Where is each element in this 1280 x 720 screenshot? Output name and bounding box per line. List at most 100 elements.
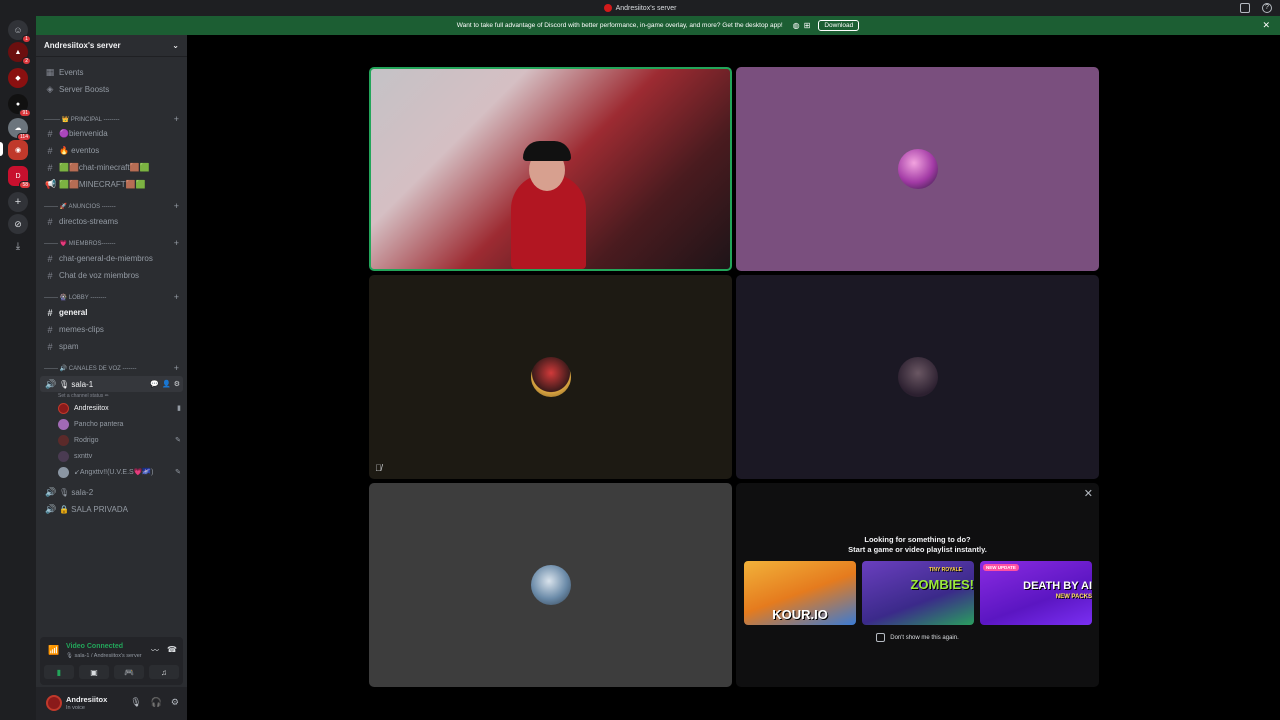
category-anuncios[interactable]: ------- 🚀 ANUNCIOS ------- + bbox=[44, 200, 179, 212]
channel-directos[interactable]: # directos-streams bbox=[40, 214, 183, 229]
disconnect-icon[interactable]: ☎ bbox=[167, 645, 177, 656]
channel-general[interactable]: # general bbox=[40, 305, 183, 320]
avatar bbox=[58, 466, 69, 478]
game-card-death-by-ai[interactable]: NEW UPDATE DEATH BY AI NEW PACKS bbox=[980, 561, 1092, 625]
add-channel-icon[interactable]: + bbox=[174, 114, 179, 124]
category-lobby[interactable]: ------- 🎡 LOBBY -------- + bbox=[44, 291, 179, 303]
close-icon[interactable]: ✕ bbox=[1084, 487, 1093, 500]
server-1-badge: 2 bbox=[22, 57, 31, 65]
category-lobby-label: ------- 🎡 LOBBY -------- bbox=[44, 294, 107, 301]
checkbox[interactable] bbox=[876, 633, 886, 642]
headphones-icon[interactable]: 🎧 bbox=[151, 697, 162, 708]
invite-icon[interactable]: 👤 bbox=[162, 380, 171, 388]
events-item[interactable]: ▦ Events bbox=[40, 65, 183, 80]
server-boosts-item[interactable]: ◈ Server Boosts bbox=[40, 82, 183, 97]
channel-label: 🟣bienvenida bbox=[59, 129, 108, 138]
channel-label: 🎙 sala-2 bbox=[59, 488, 94, 497]
channel-label: 🔥 eventos bbox=[59, 146, 100, 155]
voice-channel-sala-1[interactable]: 🔊 🎙 sala-1 💬 👤 ⚙ bbox=[40, 376, 183, 392]
signal-icon[interactable]: 📶 bbox=[48, 645, 59, 656]
user-name[interactable]: Andresiitox bbox=[66, 695, 107, 704]
discover-icon[interactable]: ⊘ bbox=[8, 214, 28, 234]
video-tile-participant[interactable] bbox=[369, 483, 732, 687]
help-icon[interactable]: ? bbox=[1262, 3, 1272, 13]
voice-status[interactable]: Video Connected bbox=[66, 643, 123, 650]
add-channel-icon[interactable]: + bbox=[174, 238, 179, 248]
dont-show-again[interactable]: Don't show me this again. bbox=[736, 633, 1099, 642]
game-tag: TINY ROYALE bbox=[928, 567, 962, 573]
channel-minecraft[interactable]: 📢 🟩🟫MINECRAFT🟫🟩 bbox=[40, 177, 183, 192]
avatar bbox=[58, 434, 69, 446]
video-stage: 🎙̸ ✕ Looking for something to do? Start … bbox=[187, 35, 1280, 720]
add-channel-icon[interactable]: + bbox=[174, 363, 179, 373]
channel-chat-voz[interactable]: # Chat de voz miembros bbox=[40, 268, 183, 283]
voice-user[interactable]: ↙Angxttv!!(U.V.E.S💗🌌) ✎ bbox=[58, 465, 181, 479]
discord-home-icon[interactable]: ☺ 1 bbox=[8, 20, 31, 43]
video-tile-participant[interactable]: 🎙̸ bbox=[369, 275, 732, 479]
hashtag-icon: # bbox=[47, 216, 53, 227]
channel-spam[interactable]: # spam bbox=[40, 339, 183, 354]
inbox-icon[interactable] bbox=[1240, 3, 1250, 13]
video-tile-participant[interactable] bbox=[736, 67, 1099, 271]
add-server-icon[interactable]: + bbox=[8, 192, 28, 212]
avatar bbox=[58, 450, 69, 462]
add-channel-icon[interactable]: + bbox=[174, 292, 179, 302]
category-principal[interactable]: -------- 👑 PRINCIPAL -------- + bbox=[44, 113, 179, 125]
category-miembros[interactable]: ------- 💗 MIEMBROS------- + bbox=[44, 237, 179, 249]
gear-icon[interactable]: ⚙ bbox=[174, 380, 180, 388]
server-icon-1[interactable]: ▲ 2 bbox=[8, 42, 31, 65]
server-boosts-label: Server Boosts bbox=[59, 85, 110, 94]
close-icon[interactable]: ✕ bbox=[1262, 20, 1270, 31]
game-card-kour[interactable]: KOUR.IO bbox=[744, 561, 856, 625]
voice-user[interactable]: Pancho pantera bbox=[58, 417, 181, 431]
video-tile-camera[interactable] bbox=[369, 67, 732, 271]
server-icon-selected[interactable]: ◉ bbox=[8, 140, 28, 160]
voice-location[interactable]: 🎙 sala-1 / Andresiitox's server bbox=[66, 653, 142, 659]
camera-button[interactable]: ▮ bbox=[44, 665, 74, 679]
category-anuncios-label: ------- 🚀 ANUNCIOS ------- bbox=[44, 203, 116, 210]
channel-label: Chat de voz miembros bbox=[59, 271, 140, 280]
server-header[interactable]: Andresiitox's server ⌄ bbox=[36, 35, 187, 57]
category-principal-label: -------- 👑 PRINCIPAL -------- bbox=[44, 116, 120, 123]
channel-chat-minecraft[interactable]: # 🟩🟫chat-minecraft🟫🟩 bbox=[40, 160, 183, 175]
channel-chat-general[interactable]: # chat-general-de-miembros bbox=[40, 251, 183, 266]
channel-label: 🟩🟫chat-minecraft🟫🟩 bbox=[59, 163, 150, 172]
camera-feed-cap bbox=[523, 141, 571, 161]
voice-user[interactable]: sxnttv bbox=[58, 449, 181, 463]
hashtag-icon: # bbox=[47, 270, 53, 281]
soundboard-button[interactable]: ♫ bbox=[149, 665, 179, 679]
server-icon-5[interactable]: D 58 bbox=[8, 166, 31, 189]
avatar bbox=[897, 149, 938, 189]
screen-share-button[interactable]: ▣ bbox=[79, 665, 109, 679]
download-icon[interactable]: ⤓ bbox=[8, 236, 28, 256]
category-voz[interactable]: ------- 🔊 CANALES DE VOZ ------- + bbox=[44, 362, 179, 374]
speaker-icon: 🔊 bbox=[45, 487, 57, 497]
video-tile-participant[interactable] bbox=[736, 275, 1099, 479]
download-button[interactable]: Download bbox=[818, 20, 860, 31]
microphone-icon[interactable]: 🎙 bbox=[130, 697, 141, 708]
channel-memes[interactable]: # memes-clips bbox=[40, 322, 183, 337]
server-icon-4[interactable]: ☁ 114 bbox=[8, 118, 31, 141]
activities-button[interactable]: 🎮 bbox=[114, 665, 144, 679]
game-update-badge: NEW UPDATE bbox=[983, 564, 1019, 571]
server-icon-2[interactable]: ◆ bbox=[8, 68, 28, 88]
voice-channel-privada[interactable]: 🔊 🔒 SALA PRIVADA bbox=[40, 502, 183, 517]
voice-user[interactable]: Andresiitox ▮ bbox=[58, 401, 181, 415]
voice-user-name: ↙Angxttv!!(U.V.E.S💗🌌) bbox=[74, 469, 154, 476]
voice-user[interactable]: Rodrigo ✎ bbox=[58, 433, 181, 447]
channel-eventos[interactable]: # 🔥 eventos bbox=[40, 143, 183, 158]
channel-bienvenida[interactable]: # 🟣bienvenida bbox=[40, 126, 183, 141]
hashtag-icon: # bbox=[47, 128, 53, 139]
channel-label: 🔒 SALA PRIVADA bbox=[59, 505, 128, 514]
category-miembros-label: ------- 💗 MIEMBROS------- bbox=[44, 240, 116, 247]
gear-icon[interactable]: ⚙ bbox=[171, 697, 179, 708]
avatar[interactable] bbox=[46, 695, 62, 711]
android-icon: ◍ bbox=[792, 21, 800, 30]
game-card-zombies[interactable]: TINY ROYALE ZOMBIES! bbox=[862, 561, 974, 625]
server-icon-3[interactable]: ● 91 bbox=[8, 94, 31, 117]
add-channel-icon[interactable]: + bbox=[174, 201, 179, 211]
noise-suppression-icon[interactable]: 〰 bbox=[151, 645, 159, 656]
channel-status[interactable]: Set a channel status ✏ bbox=[58, 393, 109, 399]
voice-channel-sala-2[interactable]: 🔊 🎙 sala-2 bbox=[40, 485, 183, 500]
chat-icon[interactable]: 💬 bbox=[150, 380, 159, 388]
